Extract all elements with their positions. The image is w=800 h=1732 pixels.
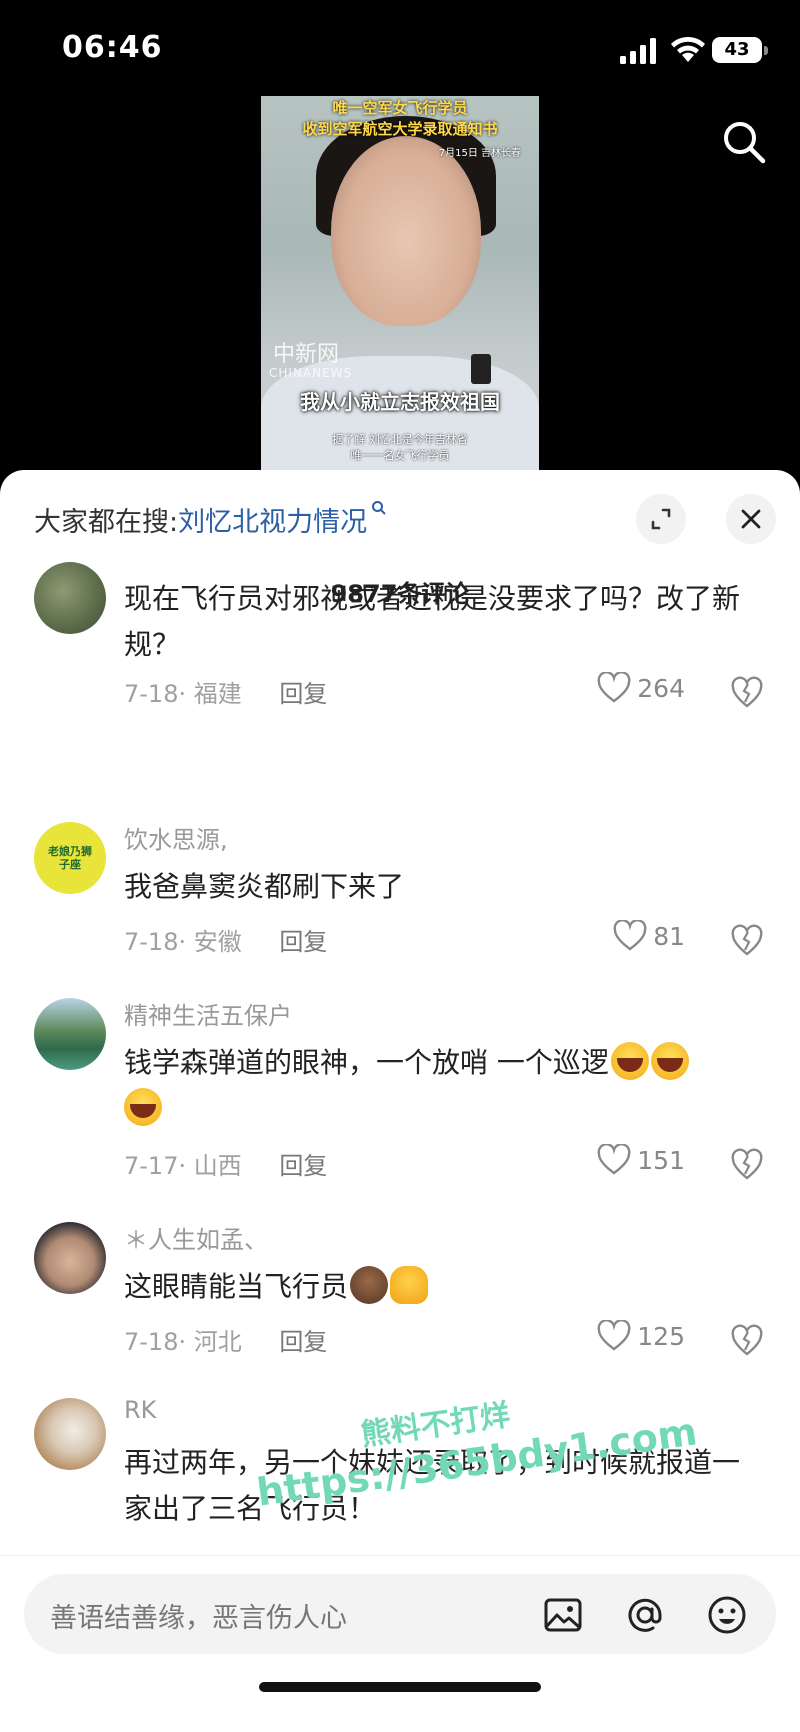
comment-username[interactable]: 饮水思源, — [124, 820, 228, 855]
avatar-text: 老娘乃狮子座 — [48, 845, 92, 871]
mic-clip — [471, 354, 491, 384]
comment-date: 7-18 — [124, 1328, 179, 1356]
at-icon[interactable] — [624, 1594, 666, 1636]
home-indicator — [259, 1682, 541, 1692]
comment-username[interactable]: ＊人生如孟、 — [124, 1220, 268, 1255]
laughing-emoji-icon — [650, 1042, 689, 1080]
comment-input-bar: 善语结善缘，恶言伤人心 — [0, 1555, 800, 1732]
dislike-icon[interactable] — [730, 1324, 764, 1358]
avatar[interactable]: 老娘乃狮子座 — [34, 822, 106, 894]
like-button[interactable]: 81 — [613, 920, 685, 952]
comment-username[interactable]: RK — [124, 1396, 156, 1424]
reply-button[interactable]: 回复 — [279, 1328, 327, 1356]
video-figure-face — [331, 136, 481, 326]
like-button[interactable]: 125 — [597, 1320, 685, 1352]
video-subtitle-line2: 唯一一名女飞行学员 — [350, 449, 450, 462]
like-count: 151 — [637, 1145, 685, 1175]
image-icon[interactable] — [542, 1594, 584, 1636]
emoji-icon[interactable] — [706, 1594, 748, 1636]
comment-meta: 7-17· 山西 回复 — [124, 1152, 328, 1180]
comment-location: 山西 — [193, 1152, 242, 1180]
comment-text-content: 这眼睛能当飞行员 — [124, 1270, 349, 1303]
video-title-line2: 收到空军航空大学录取通知书 — [302, 120, 498, 138]
comment-meta: 7-18· 河北 回复 — [124, 1328, 328, 1356]
signal-icon — [620, 38, 656, 64]
avatar[interactable] — [34, 1222, 106, 1294]
laughing-emoji-icon — [610, 1042, 649, 1080]
laughing-emoji-icon — [124, 1088, 162, 1126]
comment-input-placeholder: 善语结善缘，恶言伤人心 — [50, 1603, 347, 1634]
comment-list: 现在飞行员对邪视或者近视是没要求了吗？改了新规？ 7-18· 福建 回复 264… — [0, 470, 800, 1555]
comment-text: 钱学森弹道的眼神，一个放哨 一个巡逻 — [124, 1040, 764, 1132]
comment-location: 安徽 — [193, 928, 242, 956]
video-subtitle-line1: 据了解 刘忆北是今年吉林省 — [332, 433, 468, 446]
avatar[interactable] — [34, 562, 106, 634]
dislike-icon[interactable] — [730, 1148, 764, 1182]
comment-sheet: 大家都在搜:刘忆北视力情况 9877条评论 现在飞行员对邪视或者近视是没要求了吗… — [0, 470, 800, 1732]
video-date: 7月15日 吉林长春 — [438, 148, 521, 159]
video-title-line1: 唯一空军女飞行学员 — [332, 99, 468, 117]
like-button[interactable]: 264 — [597, 672, 685, 704]
thumbs-up-emoji-icon — [390, 1266, 429, 1304]
heart-icon — [613, 920, 647, 951]
comment-location: 河北 — [193, 1328, 242, 1356]
comment-input[interactable]: 善语结善缘，恶言伤人心 — [24, 1574, 776, 1654]
video-player[interactable]: 唯一空军女飞行学员 收到空军航空大学录取通知书 7月15日 吉林长春 中新网 C… — [261, 96, 539, 470]
wifi-icon — [671, 36, 705, 62]
video-caption: 我从小就立志报效祖国 — [300, 390, 500, 414]
dislike-icon[interactable] — [730, 676, 764, 710]
video-logo-en: CHINANEWS — [269, 366, 353, 380]
avatar[interactable] — [34, 1398, 106, 1470]
status-bar: 06:46 43 — [0, 0, 800, 90]
avatar[interactable] — [34, 998, 106, 1070]
comment-meta: 7-18· 安徽 回复 — [124, 928, 328, 956]
poop-emoji-icon — [350, 1266, 389, 1304]
like-count: 125 — [637, 1321, 685, 1351]
heart-icon — [597, 1320, 631, 1351]
comment-username[interactable]: 精神生活五保户 — [124, 996, 292, 1031]
battery-indicator: 43 — [712, 37, 768, 63]
comment-text: 我爸鼻窦炎都刷下来了 — [124, 870, 405, 903]
comment-date: 7-18 — [124, 928, 179, 956]
like-button[interactable]: 151 — [597, 1144, 685, 1176]
comment-meta: 7-18· 福建 回复 — [124, 680, 328, 708]
reply-button[interactable]: 回复 — [279, 1152, 327, 1180]
comment-date: 7-18 — [124, 680, 179, 708]
search-icon[interactable] — [720, 118, 768, 166]
comment-date: 7-17 — [124, 1152, 179, 1180]
heart-icon — [597, 1144, 631, 1175]
status-time: 06:46 — [62, 30, 163, 65]
reply-button[interactable]: 回复 — [279, 680, 327, 708]
comment-text: 这眼睛能当飞行员 — [124, 1264, 764, 1310]
video-logo: 中新网 — [273, 342, 340, 367]
like-count: 81 — [653, 921, 685, 951]
like-count: 264 — [637, 673, 685, 703]
comment-text: 现在飞行员对邪视或者近视是没要求了吗？改了新规？ — [124, 582, 741, 661]
reply-button[interactable]: 回复 — [279, 928, 327, 956]
heart-icon — [597, 672, 631, 703]
video-subtitle: 据了解 刘忆北是今年吉林省 唯一一名女飞行学员 — [261, 432, 539, 464]
comment-location: 福建 — [193, 680, 242, 708]
comment-text-content: 钱学森弹道的眼神，一个放哨 一个巡逻 — [124, 1046, 609, 1079]
video-title: 唯一空军女飞行学员 收到空军航空大学录取通知书 — [261, 98, 539, 140]
dislike-icon[interactable] — [730, 924, 764, 958]
